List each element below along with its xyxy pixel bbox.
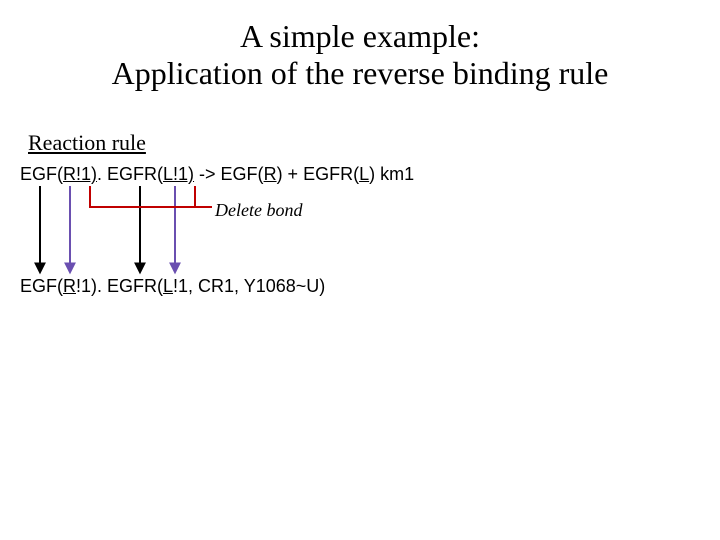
reaction-rule-text: EGF(R!1). EGFR(L!1) -> EGF(R) + EGFR(L) … [20, 164, 414, 185]
target-pattern-text: EGF(R!1). EGFR(L!1, CR1, Y1068~U) [20, 276, 325, 297]
slide: A simple example: Application of the rev… [0, 0, 720, 540]
rule-seg-1: EGF( [20, 164, 63, 184]
slide-title: A simple example: Application of the rev… [0, 18, 720, 92]
bond-bracket [90, 186, 195, 207]
rule-seg-8: L [359, 164, 369, 184]
rule-seg-9: ) km1 [369, 164, 414, 184]
rule-seg-7: ) + EGFR( [277, 164, 360, 184]
target-seg-1: EGF( [20, 276, 63, 296]
rule-seg-2: R!1) [63, 164, 97, 184]
rule-seg-6: R [264, 164, 277, 184]
rule-seg-5: -> EGF( [194, 164, 264, 184]
rule-seg-4: L!1) [163, 164, 194, 184]
title-line-1: A simple example: [240, 18, 480, 54]
target-seg-3: !1). EGFR( [76, 276, 163, 296]
rule-seg-3: . EGFR( [97, 164, 163, 184]
annotation-delete-bond: Delete bond [215, 200, 302, 221]
target-seg-4: L [163, 276, 173, 296]
section-heading: Reaction rule [28, 130, 146, 156]
target-seg-2: R [63, 276, 76, 296]
title-line-2: Application of the reverse binding rule [112, 55, 609, 91]
target-seg-5: !1, CR1, Y1068~U) [173, 276, 325, 296]
